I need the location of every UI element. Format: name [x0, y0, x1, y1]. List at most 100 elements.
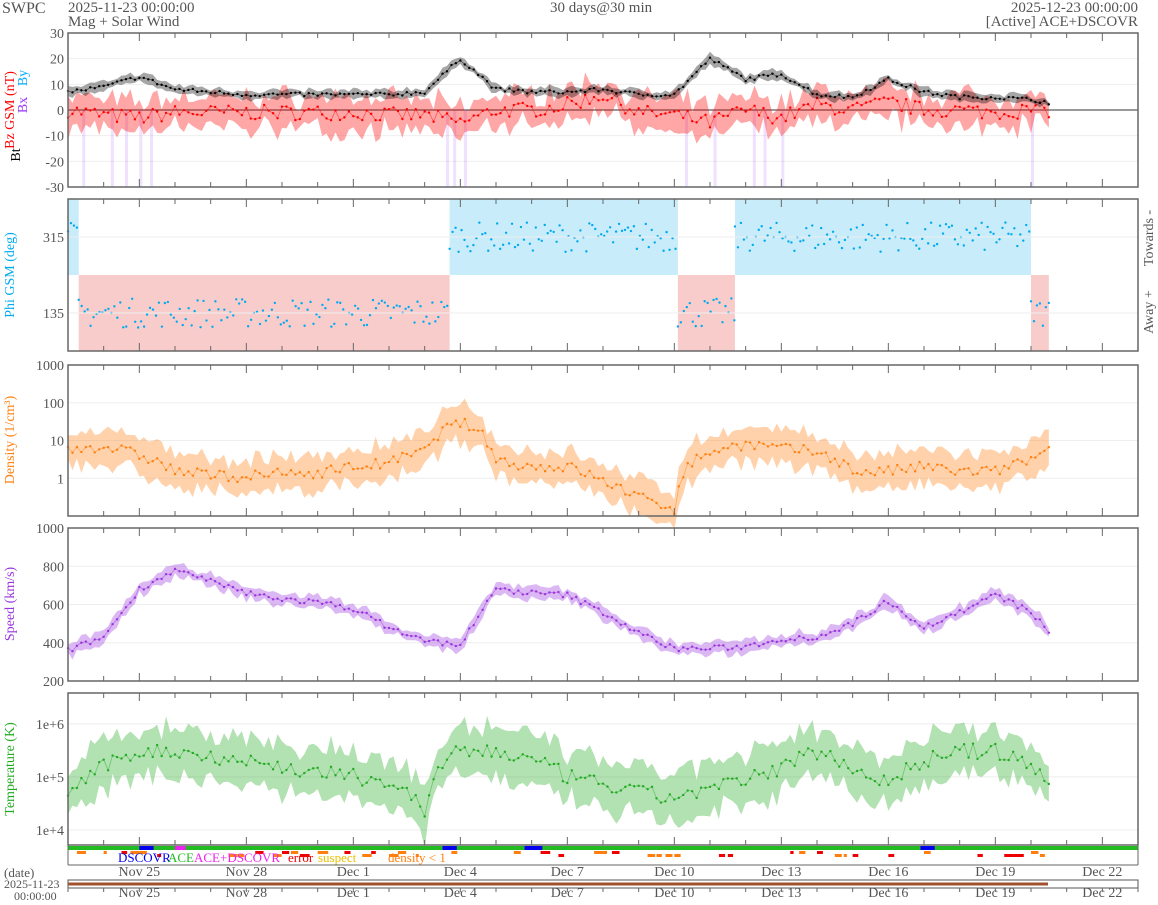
speed-point — [775, 640, 779, 644]
temperature-point — [129, 759, 132, 762]
temperature-point — [454, 745, 458, 748]
density-point — [713, 449, 716, 452]
temperature-point — [1025, 766, 1028, 770]
phi-point — [712, 298, 715, 302]
density-point — [526, 462, 529, 466]
bt-point — [138, 76, 141, 80]
speed-point — [481, 608, 484, 611]
temperature-point — [182, 749, 186, 752]
phi-point — [837, 241, 841, 244]
temperature-point — [726, 777, 730, 780]
density-point — [169, 463, 172, 466]
speed-point — [762, 642, 765, 646]
temperature-point — [641, 785, 645, 788]
temperature-point — [855, 769, 859, 773]
bz-point — [329, 119, 333, 122]
phi-point — [591, 223, 594, 227]
bt-point — [155, 83, 159, 86]
density-point — [851, 472, 854, 475]
temperature-point — [624, 785, 627, 789]
phi-point — [965, 228, 968, 232]
bt-point — [508, 87, 511, 90]
bt-point — [392, 94, 395, 97]
phi-point — [611, 241, 615, 244]
bt-point — [503, 90, 507, 93]
bz-point — [561, 108, 565, 111]
temperature-point — [735, 777, 738, 780]
phi-point — [273, 301, 277, 305]
bz-point — [575, 102, 578, 106]
phi-point — [211, 325, 214, 328]
speed-point — [579, 602, 582, 606]
speed-point — [601, 613, 605, 617]
temperature-point — [717, 787, 721, 791]
bt-point — [958, 98, 961, 101]
speed-point — [878, 604, 881, 607]
bt-point — [802, 86, 805, 89]
speed-point — [838, 629, 841, 633]
density-point — [954, 473, 957, 476]
speed-point — [962, 611, 966, 614]
speed-point — [378, 618, 382, 622]
phi-point — [721, 320, 724, 324]
density-point — [289, 469, 293, 472]
phi-point — [1019, 233, 1022, 236]
density-point — [597, 477, 600, 480]
density-point — [325, 467, 328, 470]
phi-point — [261, 309, 265, 312]
temperature-point — [869, 777, 872, 780]
bz-point — [668, 111, 672, 114]
speed-point — [231, 585, 235, 589]
bz-point — [748, 108, 752, 111]
speed-point — [200, 575, 203, 578]
bz-point — [601, 98, 605, 101]
speed-point — [98, 638, 101, 641]
bt-point — [142, 76, 145, 80]
density-point — [566, 462, 569, 466]
speed-point — [566, 591, 569, 594]
bz-point — [490, 113, 493, 116]
bz-point — [771, 122, 774, 125]
phi-point — [238, 302, 241, 305]
temperature-point — [534, 760, 538, 763]
temperature-point — [499, 755, 502, 759]
speed-y-tick: 200 — [43, 675, 64, 690]
temperature-point — [958, 748, 961, 751]
phi-point — [608, 226, 612, 229]
density-point — [294, 473, 297, 476]
density-point — [1043, 449, 1046, 453]
density-point — [922, 467, 926, 470]
phi-point — [953, 238, 957, 241]
speed-point — [534, 590, 538, 593]
bt-point — [490, 86, 493, 89]
temperature-range — [68, 715, 1049, 849]
density-point — [628, 494, 631, 497]
phi-point — [700, 324, 703, 328]
temperature-point — [75, 786, 79, 790]
temperature-point — [842, 758, 845, 762]
speed-point — [432, 638, 435, 642]
density-point — [205, 469, 208, 472]
speed-point — [860, 614, 863, 618]
bz-point — [84, 107, 88, 110]
bz-point — [298, 117, 302, 121]
bz-point — [588, 102, 591, 106]
bz-point — [169, 113, 172, 116]
temperature-point — [325, 776, 328, 779]
temperature-point — [249, 754, 252, 758]
bt-point — [187, 88, 190, 92]
speed-point — [187, 571, 190, 574]
density-point — [151, 459, 154, 463]
bz-point — [369, 112, 373, 116]
density-point — [762, 442, 765, 445]
speed-point — [1038, 618, 1042, 621]
bt-point — [191, 87, 195, 91]
bz-point — [789, 106, 792, 109]
bt-point — [962, 94, 966, 97]
phi-point — [125, 325, 128, 328]
bz-point — [441, 115, 444, 119]
x-tick-label: Dec 19 — [975, 886, 1015, 901]
speed-point — [606, 615, 609, 618]
bt-point — [245, 93, 248, 97]
phi-point — [359, 318, 363, 322]
